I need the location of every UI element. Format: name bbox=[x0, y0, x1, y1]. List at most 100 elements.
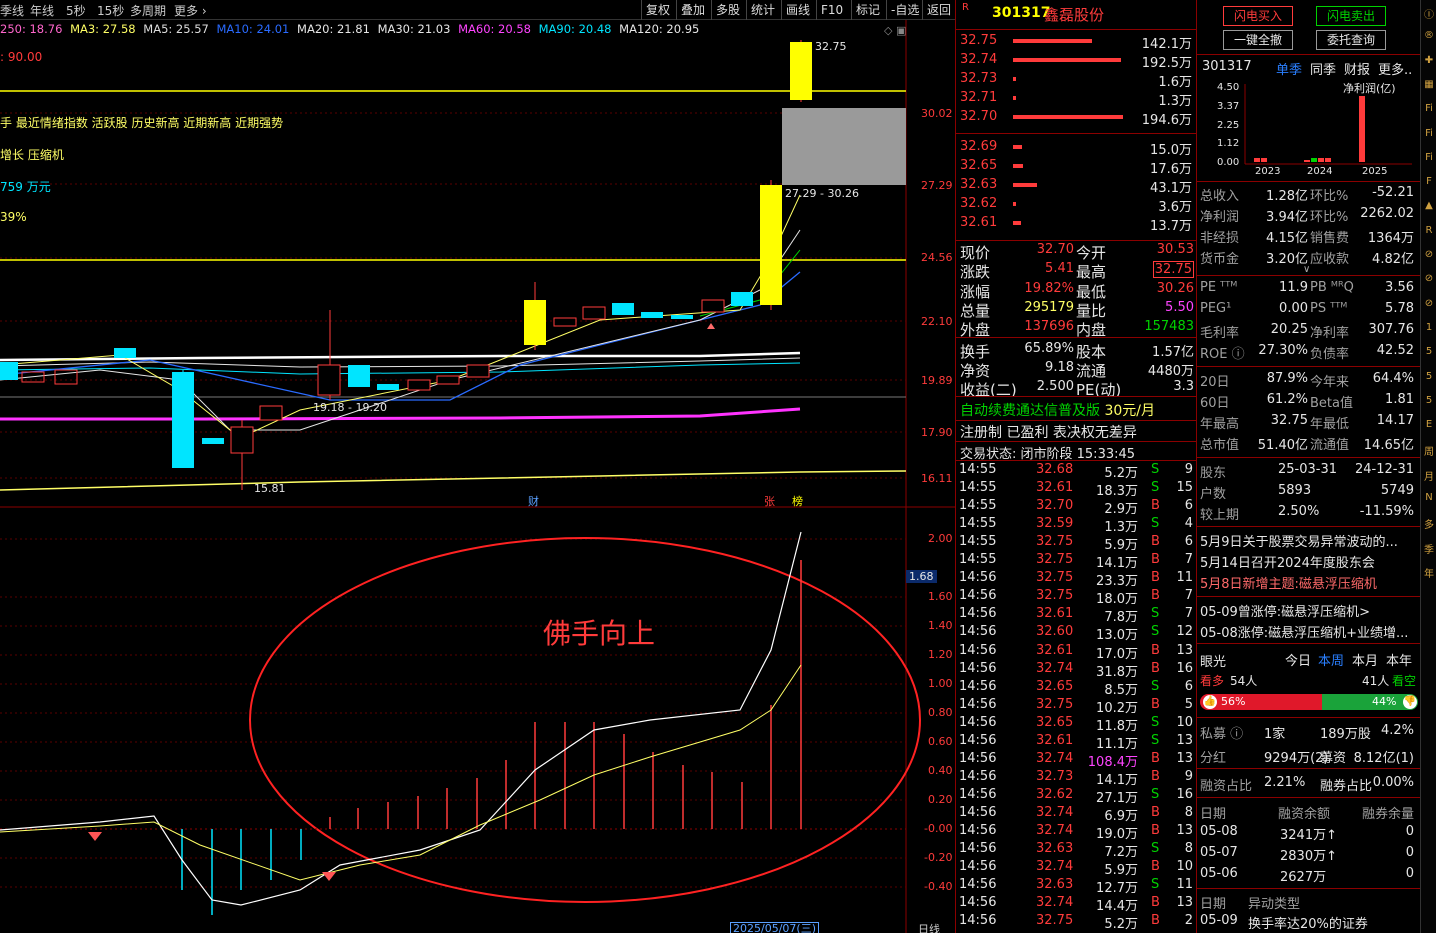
side-tool-icon[interactable]: Fi bbox=[1422, 152, 1436, 163]
thumb-down-icon[interactable]: 👎 bbox=[1403, 695, 1417, 709]
flash-sell-button[interactable]: 闪电卖出 bbox=[1316, 6, 1386, 26]
margin-short-qty: 0 bbox=[1405, 824, 1414, 839]
stats-button[interactable]: 统计 bbox=[746, 0, 779, 20]
fin-row-label: 总收入 bbox=[1200, 189, 1240, 204]
private-fund-row: 私募 ⓘ 1家 189万股 4.2% bbox=[1198, 723, 1418, 744]
news-item[interactable]: 5月8日新增主题:磁悬浮压缩机 bbox=[1200, 573, 1418, 592]
order-query-button[interactable]: 委托查询 bbox=[1316, 30, 1386, 50]
tab-week[interactable]: 本周 bbox=[1318, 650, 1344, 669]
buy-volume-bar bbox=[1013, 145, 1022, 149]
period-5s[interactable]: 5秒 bbox=[66, 2, 86, 19]
side-tool-icon[interactable]: N bbox=[1422, 492, 1436, 503]
fin-row: 总收入 1.28亿 环比% -52.21 bbox=[1198, 185, 1418, 206]
side-tool-icon[interactable]: ® bbox=[1422, 30, 1436, 41]
side-tool-icon[interactable]: 5 bbox=[1422, 371, 1436, 382]
thumb-up-icon[interactable]: 👍 bbox=[1203, 695, 1217, 709]
period-15s[interactable]: 15秒 bbox=[97, 2, 124, 19]
finance-marker[interactable]: 财 bbox=[528, 493, 539, 509]
sell-level-row[interactable]: 32.75 142.1万 bbox=[958, 33, 1194, 52]
side-tool-icon[interactable]: E bbox=[1422, 419, 1436, 430]
profit-y-tick: 4.50 bbox=[1217, 82, 1240, 93]
side-tool-icon[interactable]: F bbox=[1422, 176, 1436, 187]
valuation-row: PE ᵀᵀᴹ 11.9 PB ᴹᴿQ 3.56 bbox=[1198, 280, 1418, 301]
period-more[interactable]: 更多 › bbox=[174, 2, 207, 19]
news-item[interactable]: 5月9日关于股票交易异常波动的... bbox=[1200, 531, 1418, 550]
side-tool-icon[interactable]: 1 bbox=[1422, 322, 1436, 333]
tab-today[interactable]: 今日 bbox=[1285, 650, 1311, 669]
side-tool-icon[interactable]: 5 bbox=[1422, 346, 1436, 357]
ad-banner[interactable]: 自动续费通达信普及版 30元/月 bbox=[960, 400, 1155, 420]
period-season[interactable]: 季线 bbox=[0, 2, 24, 19]
limit-up-marker[interactable]: 张 bbox=[764, 493, 775, 509]
quote-row: 换手 65.89% 股本 1.57亿 bbox=[958, 341, 1196, 361]
buy-level-row[interactable]: 32.69 15.0万 bbox=[958, 139, 1194, 158]
side-tool-icon[interactable]: 月 bbox=[1422, 468, 1436, 483]
draw-line-button[interactable]: 画线 bbox=[781, 0, 814, 20]
tick-time: 14:55 bbox=[959, 534, 997, 550]
mark-button[interactable]: 标记 bbox=[851, 0, 884, 20]
side-tool-icon[interactable]: ✚ bbox=[1422, 55, 1436, 66]
side-tool-icon[interactable]: 年 bbox=[1422, 565, 1436, 580]
anomaly-row[interactable]: 05-09 换手率达20%的证券 bbox=[1198, 913, 1418, 933]
sell-level-row[interactable]: 32.71 1.3万 bbox=[958, 90, 1194, 109]
side-tool-icon[interactable]: 5 bbox=[1422, 395, 1436, 406]
side-tool-icon[interactable]: ▦ bbox=[1422, 79, 1436, 90]
fuquan-button[interactable]: 复权 bbox=[641, 0, 674, 20]
quote-row: 现价 32.70 今开 30.53 bbox=[958, 242, 1196, 262]
quote-label: 涨跌 bbox=[960, 263, 991, 282]
overlay-button[interactable]: 叠加 bbox=[676, 0, 709, 20]
tab-single-quarter[interactable]: 单季 bbox=[1276, 59, 1302, 78]
side-tool-icon[interactable]: ▲ bbox=[1422, 200, 1436, 211]
sell-level-row[interactable]: 32.73 1.6万 bbox=[958, 71, 1194, 90]
side-tool-icon[interactable]: 多 bbox=[1422, 516, 1436, 531]
tab-report[interactable]: 财报 bbox=[1344, 59, 1370, 78]
period-year[interactable]: 年线 bbox=[30, 2, 54, 19]
buy-level-row[interactable]: 32.61 13.7万 bbox=[958, 215, 1194, 234]
tab-year[interactable]: 本年 bbox=[1386, 650, 1412, 669]
multi-stock-button[interactable]: 多股 bbox=[711, 0, 744, 20]
tick-volume: 13.0万 bbox=[1096, 628, 1138, 644]
expand-chevron-icon[interactable]: ∨ bbox=[1303, 264, 1310, 275]
tick-direction: S bbox=[1151, 480, 1160, 496]
valuation-row-value: 20.25 bbox=[1270, 322, 1308, 337]
buy-level-row[interactable]: 32.63 43.1万 bbox=[958, 177, 1194, 196]
buy-level-row[interactable]: 32.65 17.6万 bbox=[958, 158, 1194, 177]
buy-level-row[interactable]: 32.62 3.6万 bbox=[958, 196, 1194, 215]
tab-same-quarter[interactable]: 同季 bbox=[1310, 59, 1336, 78]
tick-time: 14:56 bbox=[959, 732, 997, 748]
fin-row-value: 1364万 bbox=[1367, 231, 1414, 246]
kline-chart[interactable] bbox=[0, 20, 955, 933]
side-tool-icon[interactable]: ⊘ bbox=[1422, 249, 1436, 260]
back-button[interactable]: 返回 bbox=[922, 0, 955, 20]
sell-volume-bar bbox=[1013, 77, 1016, 81]
limit-up-news-item[interactable]: 05-08涨停:磁悬浮压缩机+业绩增... bbox=[1200, 622, 1418, 641]
tick-volume: 5.2万 bbox=[1104, 466, 1138, 481]
cancel-all-button[interactable]: 一键全撤 bbox=[1223, 30, 1293, 50]
side-tool-icon[interactable]: 周 bbox=[1422, 443, 1436, 458]
side-tool-icon[interactable]: 季 bbox=[1422, 541, 1436, 556]
flash-buy-button[interactable]: 闪电买入 bbox=[1223, 6, 1293, 26]
tick-direction: B bbox=[1151, 895, 1160, 911]
sell-level-row[interactable]: 32.70 194.6万 bbox=[958, 109, 1194, 128]
side-tool-icon[interactable]: R bbox=[1422, 225, 1436, 236]
news-item[interactable]: 5月14日召开2024年度股东会 bbox=[1200, 552, 1418, 571]
tick-time: 14:55 bbox=[959, 552, 997, 568]
period-multi[interactable]: 多周期 bbox=[130, 2, 166, 19]
tab-more[interactable]: 更多.. bbox=[1378, 59, 1412, 78]
stock-name[interactable]: 鑫磊股份 bbox=[1044, 4, 1104, 25]
sell-level-row[interactable]: 32.74 192.5万 bbox=[958, 52, 1194, 71]
sell-price: 32.73 bbox=[960, 71, 998, 86]
side-tool-icon[interactable]: ⊘ bbox=[1422, 298, 1436, 309]
self-select-button[interactable]: -自选 bbox=[886, 0, 923, 20]
limit-up-news-item[interactable]: 05-09曾涨停:磁悬浮压缩机> bbox=[1200, 601, 1418, 620]
side-tool-icon[interactable]: ⊘ bbox=[1422, 273, 1436, 284]
profit-y-tick: 0.00 bbox=[1217, 157, 1240, 168]
profit-bar bbox=[1318, 158, 1324, 162]
tick-price: 32.68 bbox=[1036, 462, 1074, 477]
f10-button[interactable]: F10 bbox=[816, 0, 847, 20]
side-tool-icon[interactable]: Ⓘ bbox=[1422, 6, 1436, 21]
rank-marker[interactable]: 榜 bbox=[792, 493, 803, 509]
tab-month[interactable]: 本月 bbox=[1352, 650, 1378, 669]
side-tool-icon[interactable]: Fi bbox=[1422, 103, 1436, 114]
side-tool-icon[interactable]: Fi bbox=[1422, 128, 1436, 139]
